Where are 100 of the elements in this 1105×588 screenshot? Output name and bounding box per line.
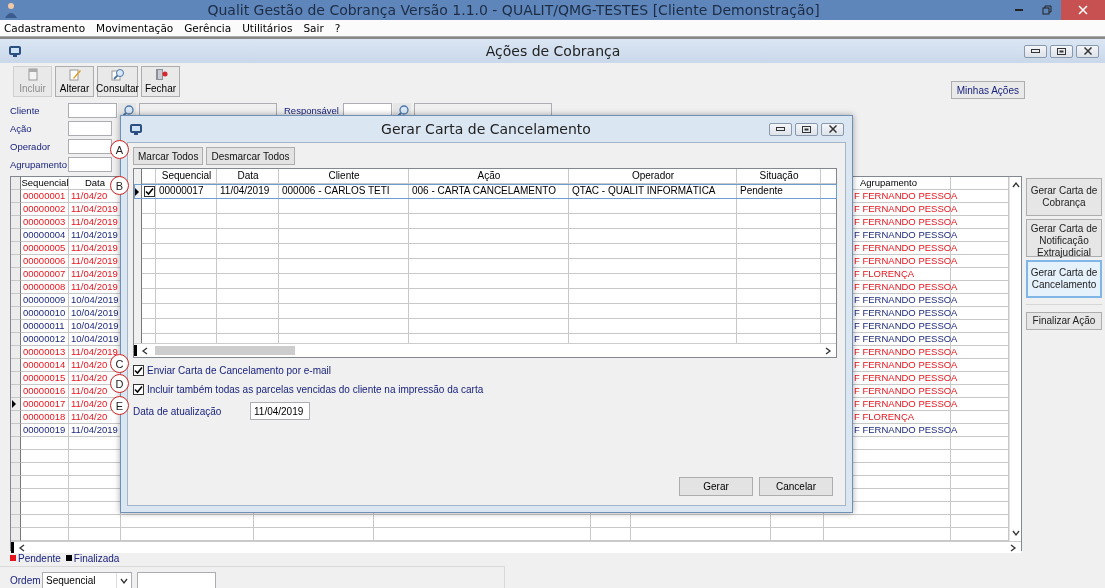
chevron-down-icon	[120, 576, 128, 585]
table-cell: F FERNANDO PESSOA	[854, 372, 958, 383]
corner-cell	[11, 177, 21, 190]
field-label: Ação	[10, 123, 33, 134]
field-label: Agrupamento	[10, 159, 68, 170]
dialog-title: Gerar Carta de Cancelamento	[380, 121, 592, 137]
toolbar-button[interactable]: Fechar	[141, 66, 180, 97]
input-field[interactable]	[137, 572, 216, 588]
table-cell: 11/04/2019	[71, 346, 118, 357]
table-cell: 11/04/2019	[71, 242, 118, 253]
table-cell: 11/04/20	[71, 372, 108, 383]
maximize-icon	[1057, 47, 1066, 55]
table-cell: 00000002	[23, 203, 66, 214]
menu-item[interactable]: Cadastramento	[4, 22, 86, 34]
restore-icon	[1042, 5, 1052, 15]
table-cell: F FERNANDO PESSOA	[854, 307, 958, 318]
person-icon	[4, 2, 18, 18]
menu-item[interactable]: ?	[334, 22, 341, 34]
table-cell: F FERNANDO PESSOA	[854, 255, 958, 266]
table-cell-text: 000006 - CARLOS TETI	[281, 184, 391, 198]
door-icon	[153, 68, 168, 81]
table-cell: F FLORENÇA	[854, 268, 915, 279]
field-label: Data de atualização	[133, 405, 223, 417]
action-button[interactable]: Gerar Carta de Cancelamento	[1026, 260, 1102, 298]
table-cell: F FERNANDO PESSOA	[854, 190, 958, 201]
input-field[interactable]	[68, 157, 112, 172]
field-label: Cliente	[10, 105, 41, 116]
table-cell: 10/04/2019	[71, 307, 119, 318]
input-field[interactable]	[68, 139, 112, 154]
dialog-button[interactable]: Gerar	[679, 477, 753, 496]
input-field[interactable]	[68, 121, 112, 136]
dialog-button[interactable]: Cancelar	[759, 477, 833, 496]
table-cell: 11/04/2019	[71, 281, 118, 292]
table-cell: 10/04/2019	[71, 320, 119, 331]
checkbox[interactable]	[133, 364, 144, 376]
column-header: Ação	[476, 169, 502, 183]
maximize-button[interactable]	[795, 122, 818, 136]
toolbar-button[interactable]: Desmarcar Todos	[206, 147, 295, 165]
table-cell: 11/04/20	[71, 190, 108, 201]
table-cell: 11/04/20	[71, 411, 108, 422]
menu-item[interactable]: Utilitários	[242, 22, 293, 34]
table-cell: F FLORENÇA	[854, 411, 915, 422]
table-cell: 00000013	[23, 346, 66, 357]
input-field[interactable]	[68, 103, 117, 118]
menu-item[interactable]: Gerência	[184, 22, 232, 34]
column-header: Data	[84, 177, 106, 188]
table-cell: F FERNANDO PESSOA	[854, 203, 958, 214]
dropdown[interactable]: Sequencial	[42, 572, 132, 588]
document-icon	[25, 68, 40, 81]
close-button[interactable]	[821, 122, 844, 136]
table-cell: 00000015	[23, 372, 66, 383]
table-cell: 11/04/2019	[71, 216, 118, 227]
table-cell: F FERNANDO PESSOA	[854, 281, 958, 292]
minimize-icon	[1031, 49, 1040, 53]
table-cell: 00000007	[23, 268, 66, 279]
toolbar-button[interactable]: Marcar Todos	[133, 147, 204, 165]
toolbar-button[interactable]: Alterar	[55, 66, 94, 97]
vertical-scrollbar[interactable]	[1009, 177, 1021, 541]
row-selector[interactable]	[11, 398, 21, 411]
table-cell: 11/04/20	[71, 359, 108, 370]
checkbox-label: Enviar Carta de Cancelamento por e-mail	[147, 364, 331, 376]
minimize-button[interactable]	[1024, 44, 1047, 58]
table-cell: F FERNANDO PESSOA	[854, 242, 958, 253]
column-header: Data	[236, 169, 260, 183]
table-cell: 00000008	[23, 281, 66, 292]
toolbar-button[interactable]: Consultar	[97, 66, 138, 97]
minimize-icon	[776, 127, 785, 131]
menu-item[interactable]: Movimentação	[96, 22, 174, 34]
maximize-button[interactable]	[1050, 44, 1073, 58]
action-button[interactable]: Gerar Carta de Cobrança	[1026, 178, 1102, 216]
table-row[interactable]: 00000017 11/04/2019 000006 - CARLOS TETI 006 - CARTA CANCELAMENTO QTAC - QUALIT INFORMÁTICA Pendente	[134, 184, 837, 199]
column-header: Cliente	[327, 169, 361, 183]
minimize-button[interactable]	[769, 122, 792, 136]
close-icon	[1078, 5, 1088, 15]
legend-label: Pendente	[18, 552, 61, 564]
row-pointer-icon	[11, 400, 17, 408]
table-cell: 00000016	[23, 385, 66, 396]
table-cell: 00000010	[23, 307, 66, 318]
horizontal-scrollbar[interactable]	[11, 541, 1021, 553]
column-header: Situação	[758, 169, 800, 183]
table-cell: F FERNANDO PESSOA	[854, 346, 958, 357]
action-button[interactable]: Finalizar Ação	[1026, 312, 1102, 330]
monitor-icon	[8, 44, 22, 58]
checkbox[interactable]	[143, 186, 155, 197]
minimize-icon	[1015, 9, 1023, 11]
table-cell: 11/04/2019	[71, 268, 118, 279]
horizontal-scrollbar[interactable]	[134, 343, 836, 357]
table-cell: 10/04/2019	[71, 294, 119, 305]
table-cell: F FERNANDO PESSOA	[854, 398, 958, 409]
action-button[interactable]: Gerar Carta de Notificação Extrajudicial	[1026, 219, 1102, 257]
close-button[interactable]	[1076, 44, 1099, 58]
column-header: Sequencial	[21, 177, 69, 188]
menu-item[interactable]: Sair	[303, 22, 324, 34]
checkbox[interactable]	[133, 383, 144, 395]
date-field[interactable]: 11/04/2019	[250, 402, 310, 420]
legend-label: Finalizada	[73, 552, 120, 564]
my-actions-button[interactable]: Minhas Ações	[950, 81, 1025, 99]
column-header: Operador	[630, 169, 676, 183]
table-cell: 00000012	[23, 333, 66, 344]
table-cell: F FERNANDO PESSOA	[854, 333, 958, 344]
